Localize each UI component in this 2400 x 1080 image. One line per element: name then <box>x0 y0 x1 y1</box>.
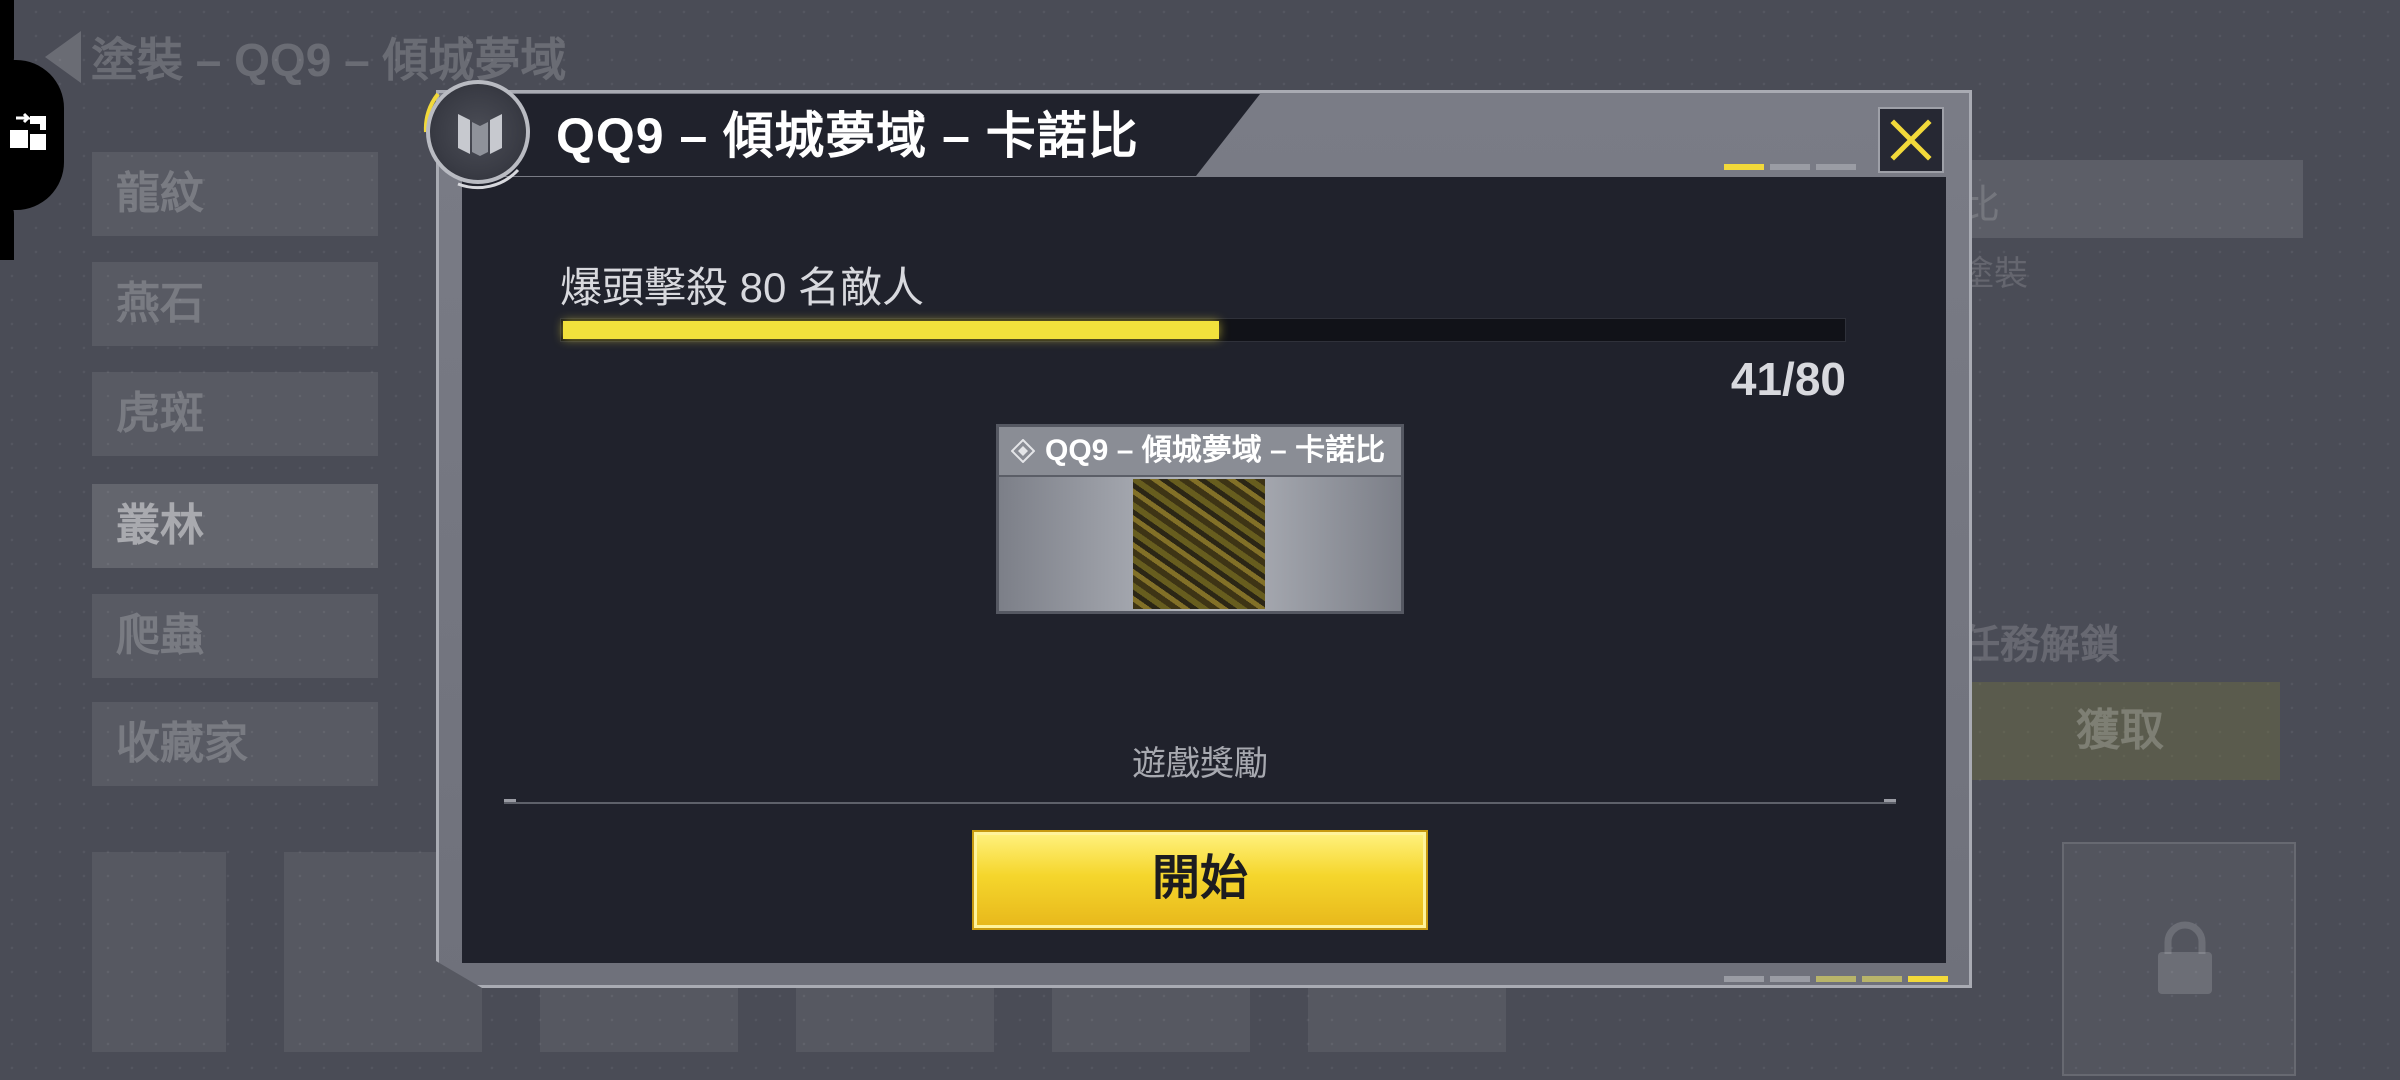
page-dot <box>1816 976 1856 982</box>
close-icon <box>1890 119 1932 161</box>
category-item-active[interactable]: 叢林 <box>92 484 378 568</box>
category-item[interactable]: 龍紋 <box>92 152 378 236</box>
page-dot <box>1816 164 1856 170</box>
category-item[interactable]: 爬蟲 <box>92 594 378 678</box>
divider-cap <box>504 799 516 802</box>
camo-preview-image <box>1133 479 1265 609</box>
mission-text: 爆頭擊殺 80 名敵人 <box>560 264 925 311</box>
emblem-icon <box>426 80 530 184</box>
reward-card[interactable]: QQ9 – 傾城夢域 – 卡諾比 <box>996 424 1404 614</box>
mission-progress-bar <box>560 318 1846 342</box>
lock-icon <box>2158 921 2212 994</box>
page-dot <box>1724 164 1764 170</box>
page-indicator-top <box>1724 164 1856 170</box>
skin-thumbnail[interactable] <box>92 852 226 1052</box>
category-item[interactable]: 收藏家 <box>92 702 378 786</box>
mission-progress-count: 41/80 <box>1730 353 1846 405</box>
puzzle-swap-icon[interactable] <box>6 112 52 158</box>
divider <box>504 802 1896 804</box>
close-button[interactable] <box>1878 107 1944 173</box>
divider-cap <box>1884 799 1896 802</box>
start-button[interactable]: 開始 <box>974 832 1426 928</box>
get-button[interactable]: 獲取 <box>1960 682 2280 780</box>
page-dot <box>1724 976 1764 982</box>
page-dot <box>1770 976 1810 982</box>
category-item[interactable]: 燕石 <box>92 262 378 346</box>
diamond-icon <box>1011 439 1035 463</box>
page-indicator-bottom <box>1724 976 1948 982</box>
reward-name: QQ9 – 傾城夢域 – 卡諾比 <box>999 427 1401 477</box>
category-item[interactable]: 虎斑 <box>92 372 378 456</box>
dialog-title: QQ9 – 傾城夢域 – 卡諾比 <box>556 108 1139 164</box>
page-dot <box>1908 976 1948 982</box>
page-dot <box>1862 976 1902 982</box>
skin-name-panel <box>1955 160 2303 238</box>
page-dot <box>1770 164 1810 170</box>
reward-caption: 遊戲獎勵 <box>1132 745 1268 783</box>
unlock-label: 任務解鎖 <box>1960 623 2120 667</box>
screen-notch <box>0 200 14 260</box>
mission-progress-fill <box>563 321 1219 339</box>
